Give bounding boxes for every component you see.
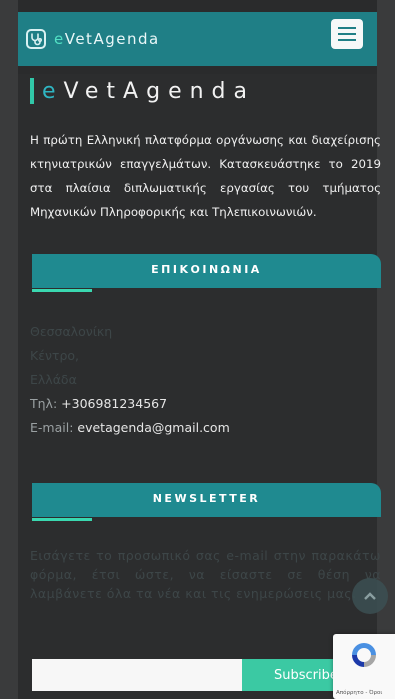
- contact-section-header: ΕΠΙΚΟΙΝΩΝΙΑ: [32, 254, 381, 292]
- recaptcha-badge[interactable]: Απόρρητο - Όροι: [333, 634, 395, 699]
- scroll-to-top-button[interactable]: [352, 578, 388, 614]
- section-underline: [32, 518, 92, 521]
- contact-email[interactable]: evetagenda@gmail.com: [77, 420, 229, 435]
- contact-info: Θεσσαλονίκη Κέντρο, Ελλάδα Τηλ: +3069812…: [30, 320, 230, 440]
- hero-accent-bar: [30, 78, 34, 104]
- hamburger-icon-line: [338, 27, 356, 29]
- contact-title: ΕΠΙΚΟΙΝΩΝΙΑ: [151, 263, 262, 276]
- contact-phone[interactable]: +306981234567: [61, 396, 167, 411]
- newsletter-email-input[interactable]: [32, 659, 242, 691]
- hero-title: eVetAgenda: [30, 78, 255, 104]
- newsletter-title: NEWSLETTER: [152, 492, 261, 505]
- brand-link[interactable]: eVetAgenda: [26, 29, 160, 49]
- contact-country: Ελλάδα: [30, 372, 77, 387]
- hamburger-icon-line: [338, 39, 356, 41]
- contact-phone-row: Τηλ: +306981234567: [30, 396, 168, 411]
- hero-heading: eVetAgenda: [42, 78, 255, 104]
- section-underline: [32, 289, 92, 292]
- brand-name: eVetAgenda: [54, 30, 160, 48]
- recaptcha-terms[interactable]: Απόρρητο - Όροι: [336, 690, 382, 696]
- newsletter-description: Εισάγετε το προσωπικό σας e-mail στην πα…: [30, 548, 381, 601]
- page-frame-left: [0, 0, 18, 699]
- newsletter-section-header: NEWSLETTER: [32, 483, 381, 521]
- stethoscope-icon: [26, 29, 46, 49]
- contact-area: Κέντρο,: [30, 348, 80, 363]
- hamburger-menu-button[interactable]: [331, 19, 363, 49]
- navbar: eVetAgenda: [18, 0, 377, 74]
- chevron-up-icon: [364, 592, 376, 600]
- contact-city: Θεσσαλονίκη: [30, 324, 113, 339]
- hamburger-icon-line: [338, 33, 356, 35]
- recaptcha-icon: [352, 643, 376, 667]
- about-text: Η πρώτη Ελληνική πλατφόρμα οργάνωσης και…: [30, 133, 381, 219]
- contact-email-row: E-mail: evetagenda@gmail.com: [30, 420, 230, 435]
